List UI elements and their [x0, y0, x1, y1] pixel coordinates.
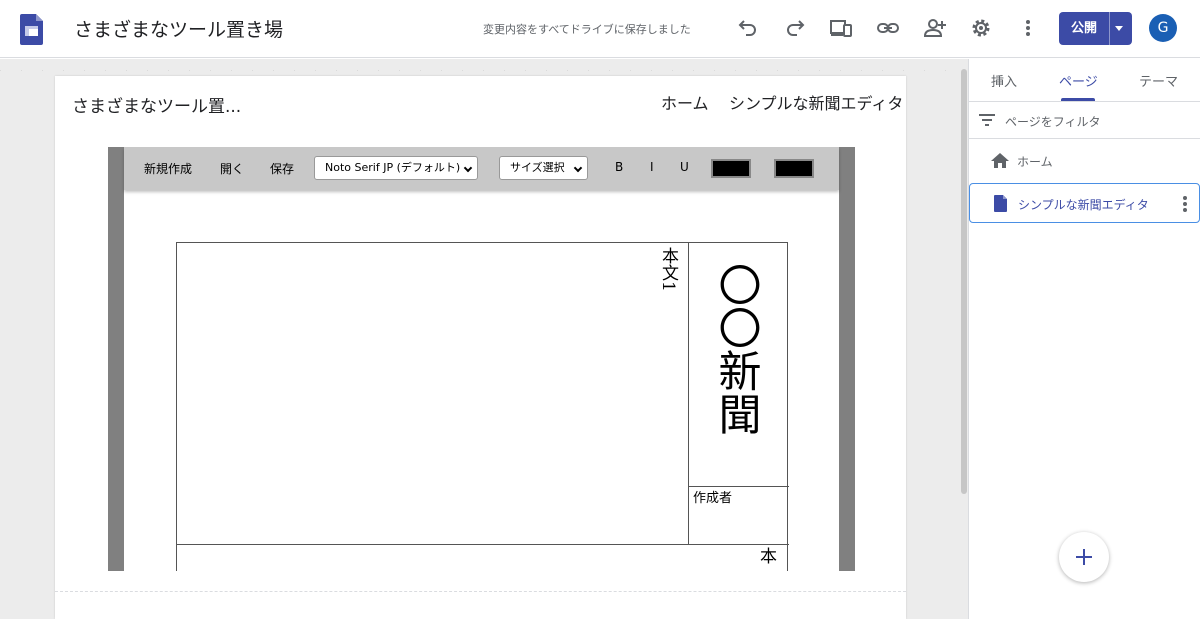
redo-icon[interactable] — [783, 16, 807, 40]
size-select-value: サイズ選択 — [510, 161, 565, 174]
more-vert-icon[interactable] — [1182, 195, 1188, 213]
share-add-person-icon[interactable] — [923, 16, 947, 40]
canvas-scrollbar[interactable] — [960, 59, 968, 619]
link-icon[interactable] — [876, 16, 900, 40]
ruler — [0, 59, 960, 71]
section-divider — [55, 591, 906, 592]
site-title-field[interactable]: さまざまなツール置き場 — [74, 15, 283, 42]
page-filter[interactable]: ページをフィルタ — [969, 101, 1200, 139]
plus-icon — [1076, 549, 1092, 565]
publish-divider — [1109, 12, 1110, 45]
editor-toolbar: 新規作成 開く 保存 Noto Serif JP (デフォルト) サイズ選択 B… — [124, 147, 839, 190]
font-select-value: Noto Serif JP (デフォルト) — [325, 161, 461, 174]
save-button[interactable]: 保存 — [270, 160, 294, 177]
page-item-label: シンプルな新聞エディタ — [1018, 198, 1149, 212]
nav-link-home[interactable]: ホーム — [661, 90, 709, 114]
publish-button[interactable]: 公開 — [1059, 12, 1132, 45]
text-color-picker[interactable] — [711, 159, 751, 178]
embedded-newspaper-editor[interactable]: 新規作成 開く 保存 Noto Serif JP (デフォルト) サイズ選択 B… — [108, 147, 855, 571]
page-filter-placeholder: ページをフィルタ — [1005, 115, 1101, 129]
home-icon — [991, 153, 1009, 168]
background-color-picker[interactable] — [774, 159, 814, 178]
page-item-home[interactable]: ホーム — [969, 141, 1200, 181]
sidebar-panel: 挿入 ページ テーマ ページをフィルタ ホーム シンプルな新聞エディタ — [968, 59, 1200, 619]
page-doc-icon — [994, 195, 1007, 212]
author-label[interactable]: 作成者 — [693, 487, 732, 506]
undo-icon[interactable] — [736, 16, 760, 40]
avatar[interactable]: G — [1149, 14, 1177, 42]
publish-dropdown-caret-icon[interactable] — [1115, 26, 1123, 31]
bold-button[interactable]: B — [615, 160, 623, 174]
underline-button[interactable]: U — [680, 160, 689, 174]
more-vert-icon[interactable] — [1016, 16, 1040, 40]
newspaper-layout: 本文1 〇〇新聞 作成者 本 — [176, 242, 789, 571]
tab-insert[interactable]: 挿入 — [991, 71, 1017, 90]
body-text-2[interactable]: 本 — [756, 547, 776, 564]
body-text-1[interactable]: 本文1 — [658, 247, 678, 292]
add-page-button[interactable] — [1059, 532, 1109, 582]
new-button[interactable]: 新規作成 — [144, 160, 192, 177]
open-button[interactable]: 開く — [220, 160, 244, 177]
publish-label: 公開 — [1070, 21, 1097, 36]
chevron-down-icon — [463, 163, 473, 173]
preview-devices-icon[interactable] — [829, 16, 853, 40]
site-page: さまざまなツール置... ホーム シンプルな新聞エディタ 新規作成 開く 保存 … — [55, 76, 906, 619]
editor-frame: 新規作成 開く 保存 Noto Serif JP (デフォルト) サイズ選択 B… — [124, 147, 839, 571]
settings-gear-icon[interactable] — [969, 16, 993, 40]
font-select[interactable]: Noto Serif JP (デフォルト) — [314, 156, 478, 180]
top-bar: さまざまなツール置き場 変更内容をすべてドライブに保存しました 公開 G — [0, 0, 1200, 58]
nav-link-newspaper-editor[interactable]: シンプルな新聞エディタ — [729, 90, 903, 114]
editor-canvas: さまざまなツール置... ホーム シンプルな新聞エディタ 新規作成 開く 保存 … — [0, 59, 968, 619]
newspaper-masthead[interactable]: 〇〇新聞 — [711, 263, 761, 435]
sites-logo-icon[interactable] — [20, 14, 43, 45]
chevron-down-icon — [573, 163, 583, 173]
column-divider — [688, 243, 689, 544]
filter-icon — [979, 114, 995, 126]
row-divider — [177, 544, 789, 545]
save-status: 変更内容をすべてドライブに保存しました — [483, 23, 691, 36]
tab-pages[interactable]: ページ — [1059, 71, 1098, 90]
page-item-label: ホーム — [1017, 155, 1053, 169]
size-select[interactable]: サイズ選択 — [499, 156, 588, 180]
scrollbar-thumb[interactable] — [961, 69, 967, 494]
italic-button[interactable]: I — [650, 160, 654, 174]
site-header-title[interactable]: さまざまなツール置... — [72, 92, 241, 117]
page-item-newspaper-editor[interactable]: シンプルな新聞エディタ — [969, 183, 1200, 223]
tab-themes[interactable]: テーマ — [1139, 71, 1178, 90]
